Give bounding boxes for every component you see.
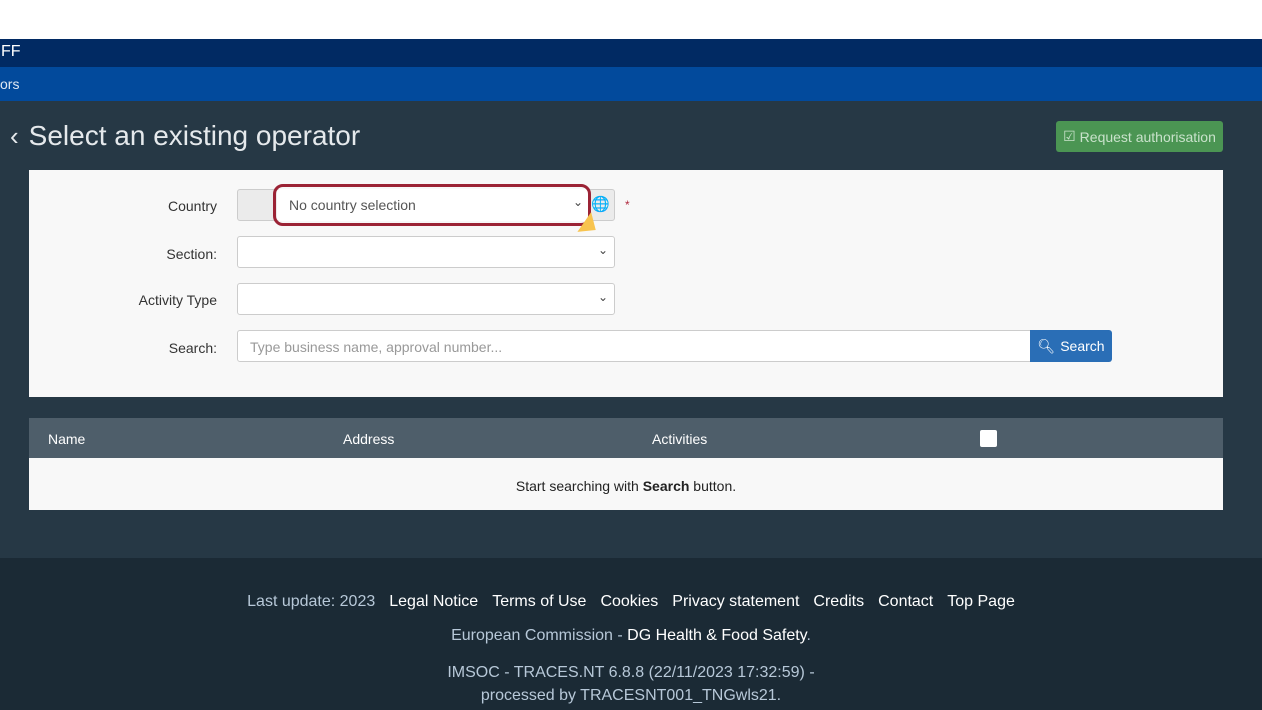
search-button[interactable]: 🔍︎ Search <box>1030 330 1112 362</box>
results-table-header: Name Address Activities <box>29 418 1223 458</box>
request-authorisation-button[interactable]: ☑ Request authorisation <box>1056 121 1223 152</box>
empty-text-bold: Search <box>642 478 690 494</box>
ec-text: European Commission - <box>451 627 628 644</box>
select-all-checkbox[interactable] <box>980 430 997 447</box>
app-title: FF <box>1 43 21 60</box>
app-header: FF <box>0 39 1262 67</box>
activity-type-label: Activity Type <box>138 292 217 308</box>
column-activities[interactable]: Activities <box>652 431 707 447</box>
required-indicator: * <box>625 198 630 212</box>
section-label: Section: <box>166 246 217 262</box>
nav-item[interactable]: ors <box>0 76 19 92</box>
footer: Last update: 2023 Legal Notice Terms of … <box>0 558 1262 710</box>
footer-link-cookies[interactable]: Cookies <box>600 593 658 611</box>
last-update: Last update: 2023 <box>247 593 376 610</box>
country-label: Country <box>167 198 217 214</box>
nav-bar: ors <box>0 67 1262 101</box>
highlight-annotation <box>273 184 591 226</box>
footer-link-top-page[interactable]: Top Page <box>947 593 1015 611</box>
chevron-down-icon: ⌄ <box>597 290 608 304</box>
check-square-icon: ☑ <box>1063 128 1076 144</box>
chevron-down-icon: ⌄ <box>597 243 608 257</box>
empty-text: button. <box>689 478 737 494</box>
dg-link[interactable]: DG Health & Food Safety <box>627 627 806 644</box>
footer-link-legal-notice[interactable]: Legal Notice <box>389 593 478 611</box>
search-form: Country 🌐 No country selection ⌄ * Sectio… <box>29 170 1223 397</box>
browser-blank-area <box>0 0 1262 39</box>
column-name[interactable]: Name <box>48 431 85 447</box>
processed-text: processed by TRACESNT001_TNGwls21. <box>480 687 782 704</box>
column-address[interactable]: Address <box>343 431 394 447</box>
search-label: Search: <box>168 340 217 356</box>
section-select[interactable]: ⌄ <box>237 236 615 268</box>
footer-link-privacy[interactable]: Privacy statement <box>672 593 799 611</box>
footer-link-credits[interactable]: Credits <box>813 593 864 611</box>
globe-icon[interactable]: 🌐 <box>591 195 610 213</box>
activity-type-select[interactable]: ⌄ <box>237 283 615 315</box>
version-text: IMSOC - TRACES.NT 6.8.8 (22/11/2023 17:3… <box>447 664 815 681</box>
results-empty-message: Start searching with Search button. <box>29 458 1223 510</box>
search-input[interactable]: Type business name, approval number... <box>237 330 1031 362</box>
empty-text: Start searching with <box>515 478 643 494</box>
back-chevron-icon[interactable]: ‹ <box>10 121 19 152</box>
search-icon: 🔍︎ <box>1037 337 1056 354</box>
page-title: Select an existing operator <box>28 120 361 151</box>
footer-link-terms[interactable]: Terms of Use <box>492 593 586 611</box>
page-header: ‹ Select an existing operator <box>10 120 360 152</box>
footer-link-contact[interactable]: Contact <box>878 593 933 611</box>
